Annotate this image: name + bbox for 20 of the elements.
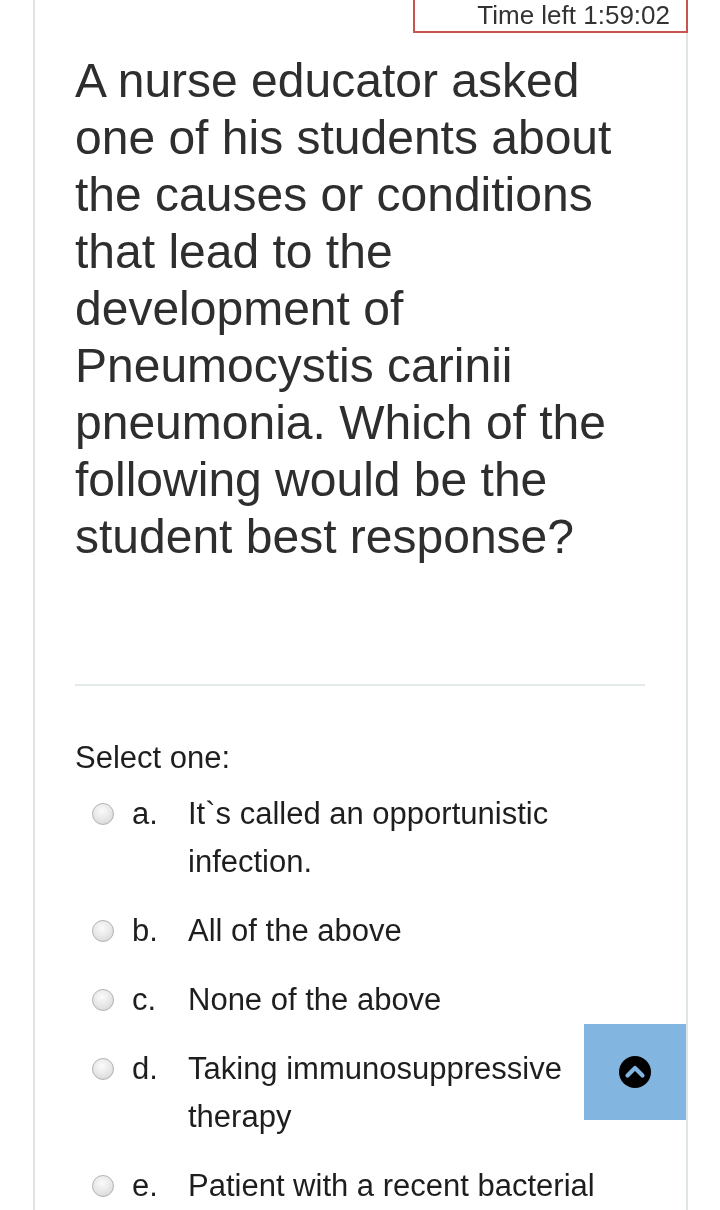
option-text: Taking immunosuppressive therapy (188, 1051, 562, 1134)
time-left-timer: Time left 1:59:02 (413, 0, 688, 33)
question-text: A nurse educator asked one of his students about the causes or conditions that lead to the development of Pneumocystis carinii pneumonia. Which of the following would be the student best response? (75, 53, 613, 565)
option-text: All of the above (188, 913, 402, 948)
radio-button[interactable] (92, 1175, 114, 1197)
option-letter: d. (132, 1051, 158, 1086)
option-text: None of the above (188, 982, 442, 1017)
option-text: Patient with a recent bacterial (188, 1168, 595, 1203)
option-letter: b. (132, 913, 158, 948)
option-letter: c. (132, 982, 157, 1017)
option-letter: a. (132, 796, 158, 831)
radio-button[interactable] (92, 920, 114, 942)
select-one-prompt: Select one: (75, 739, 231, 777)
back-to-top-button[interactable] (584, 1024, 686, 1120)
radio-button[interactable] (92, 1058, 114, 1080)
radio-button[interactable] (92, 989, 114, 1011)
option-letter: e. (132, 1168, 158, 1203)
chevron-up-circle-icon (619, 1056, 651, 1088)
radio-button[interactable] (92, 803, 114, 825)
option-text: It`s called an opportunistic infection. (188, 796, 549, 879)
